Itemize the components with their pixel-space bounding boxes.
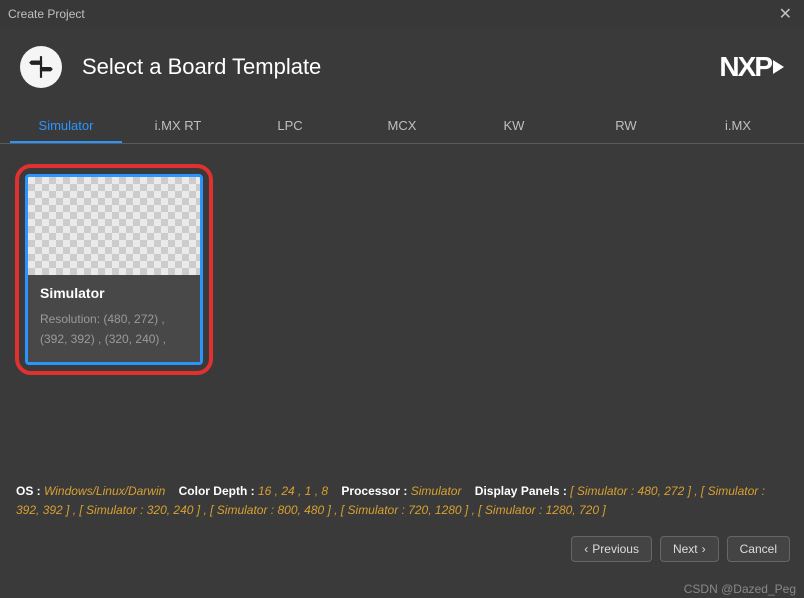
info-os-label: OS :: [16, 484, 41, 498]
signpost-icon: [20, 46, 62, 88]
tab-kw[interactable]: KW: [458, 110, 570, 143]
tab-lpc[interactable]: LPC: [234, 110, 346, 143]
close-icon[interactable]: ✕: [775, 4, 796, 24]
info-processor-value: Simulator: [411, 484, 462, 498]
page-title: Select a Board Template: [82, 54, 719, 80]
tab-mcx[interactable]: MCX: [346, 110, 458, 143]
board-card-title: Simulator: [40, 285, 188, 301]
cancel-button[interactable]: Cancel: [727, 536, 790, 562]
tab-imx[interactable]: i.MX: [682, 110, 794, 143]
info-colordepth-value: 16 , 24 , 1 , 8: [258, 484, 328, 498]
board-preview-image: [28, 177, 200, 275]
board-card-subtitle: Resolution: (480, 272) , (392, 392) , (3…: [40, 309, 188, 350]
titlebar: Create Project ✕: [0, 0, 804, 28]
tab-simulator[interactable]: Simulator: [10, 110, 122, 143]
info-displaypanels-label: Display Panels :: [475, 484, 567, 498]
highlight-frame: Simulator Resolution: (480, 272) , (392,…: [15, 164, 213, 375]
info-colordepth-label: Color Depth :: [179, 484, 255, 498]
board-card-body: Simulator Resolution: (480, 272) , (392,…: [28, 275, 200, 362]
info-os-value: Windows/Linux/Darwin: [44, 484, 165, 498]
nxp-logo: NXP: [719, 51, 784, 83]
previous-button[interactable]: ‹ Previous: [571, 536, 652, 562]
next-button[interactable]: Next ›: [660, 536, 719, 562]
tab-rw[interactable]: RW: [570, 110, 682, 143]
header: Select a Board Template NXP: [0, 28, 804, 110]
info-bar: OS : Windows/Linux/Darwin Color Depth : …: [0, 474, 804, 528]
info-processor-label: Processor :: [341, 484, 407, 498]
tab-imx-rt[interactable]: i.MX RT: [122, 110, 234, 143]
chevron-right-icon: ›: [702, 542, 706, 556]
chevron-left-icon: ‹: [584, 542, 588, 556]
watermark: CSDN @Dazed_Peg: [684, 582, 796, 596]
footer: ‹ Previous Next › Cancel: [0, 528, 804, 570]
content-area: Simulator Resolution: (480, 272) , (392,…: [0, 144, 804, 474]
board-card-simulator[interactable]: Simulator Resolution: (480, 272) , (392,…: [25, 174, 203, 365]
window-title: Create Project: [8, 7, 85, 21]
tabs: Simulator i.MX RT LPC MCX KW RW i.MX: [0, 110, 804, 144]
